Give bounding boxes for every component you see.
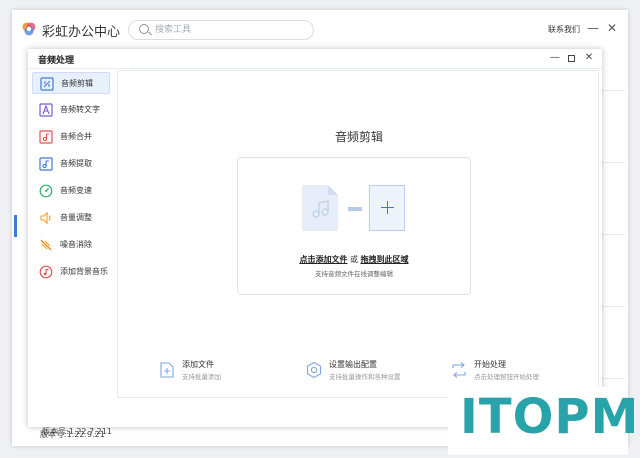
sidebar-item-label: 音频合并 [60,132,92,141]
sidebar-item-audio-speed[interactable]: 音频变速 [32,180,110,202]
start-process-icon [452,362,466,378]
app-background-list [602,50,626,430]
click-add-file-link[interactable]: 点击添加文件 [299,255,347,264]
connector-dash [348,207,362,211]
action-subtitle: 点击处理按钮开始处理 [474,373,539,381]
tool-sidebar: 音频剪辑 音频转文字 音频合并 音频提取 音频变速 音量调整 噪音消除 添加背景… [28,70,114,436]
audio-to-text-icon [39,103,53,117]
action-title: 开始处理 [474,360,506,369]
sidebar-item-label: 音频剪辑 [61,79,93,88]
sidebar-item-audio-cut[interactable]: 音频剪辑 [32,72,110,94]
sidebar-item-audio-merge[interactable]: 音频合并 [32,126,110,148]
dialog-maximize-button[interactable] [568,55,575,62]
panel-title: 音频剪辑 [334,130,383,144]
drop-or-text: 或 [347,255,361,264]
itopm-watermark: ITOPM [448,387,638,455]
search-input[interactable] [155,23,305,37]
action-subtitle: 支持批量操作和各种设置 [329,373,401,381]
sidebar-item-volume[interactable]: 音量调整 [32,207,110,229]
dialog-minimize-button[interactable]: — [549,52,561,64]
drop-hint: 支持音频文件在线调整编辑 [315,270,393,278]
sidebar-item-audio-to-text[interactable]: 音频转文字 [32,99,110,121]
noise-remove-icon [40,239,52,251]
dialog-title: 音频处理 [38,56,75,66]
action-subtitle: 支持批量添加 [182,373,221,381]
settings-icon [306,361,322,379]
sidebar-item-noise-remove[interactable]: 噪音消除 [32,234,110,256]
add-plus-icon[interactable] [369,185,405,231]
action-title: 添加文件 [182,360,214,369]
audio-cut-panel: 音频剪辑 点击添加文件 或 拖拽到此区域 支持音频文件在线调整编辑 添加文件 支… [117,70,599,398]
file-drop-zone[interactable]: 点击添加文件 或 拖拽到此区域 支持音频文件在线调整编辑 [237,157,471,295]
dialog-close-button[interactable]: ✕ [583,52,595,64]
sidebar-item-label: 音频变速 [60,186,92,195]
app-sidebar-active-indicator [14,215,17,237]
sidebar-item-label: 噪音消除 [60,240,92,249]
sidebar-item-label: 添加背景音乐 [60,267,108,276]
sidebar-item-label: 音频转文字 [60,105,100,114]
audio-speed-icon [39,184,53,198]
search-box[interactable] [128,20,314,40]
sidebar-item-label: 音量调整 [60,213,92,222]
dialog-version: 版本号:1.22.7.211 [42,427,112,436]
add-file-icon [160,362,174,378]
app-header: 彩虹办公中心 联系我们 — ✕ [12,10,628,48]
drop-instruction: 点击添加文件 或 拖拽到此区域 [238,254,470,265]
action-title: 设置输出配置 [329,360,377,369]
background-music-icon [39,265,53,279]
drag-here-text: 拖拽到此区域 [360,255,409,264]
volume-icon [40,211,51,225]
dialog-titlebar: 音频处理 — ✕ [28,49,602,69]
contact-us-link[interactable]: 联系我们 [548,24,580,35]
sidebar-item-label: 音频提取 [60,159,92,168]
search-icon [139,24,149,34]
audio-merge-icon [39,130,53,144]
app-minimize-button[interactable]: — [586,21,600,35]
sidebar-item-background-music[interactable]: 添加背景音乐 [32,261,110,283]
rainbow-logo-icon [22,22,36,36]
audio-cut-icon [40,77,54,91]
watermark-text: ITOPM [460,389,640,445]
audio-extract-icon [39,157,53,171]
audio-file-icon [302,185,338,231]
sidebar-item-audio-extract[interactable]: 音频提取 [32,153,110,175]
app-close-button[interactable]: ✕ [605,21,619,35]
app-title: 彩虹办公中心 [42,25,121,40]
audio-processing-dialog: 音频处理 — ✕ 音频剪辑 音频转文字 音频合并 音频提取 音频变速 音量调整 [28,49,602,436]
